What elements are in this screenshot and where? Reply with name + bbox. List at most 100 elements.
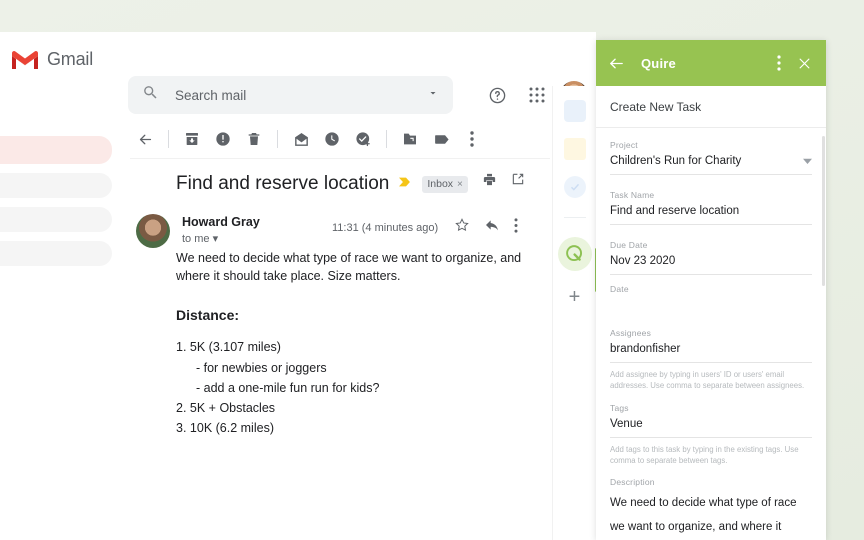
list-item: 1. 5K (3.107 miles) <box>176 339 528 357</box>
toolbar-bottom-divider <box>130 158 550 159</box>
help-icon[interactable] <box>480 78 514 112</box>
gmail-sidebar <box>0 136 112 275</box>
task-name-input[interactable]: Find and reserve location <box>610 205 812 225</box>
list-item-sub: - add a one-mile fun run for kids? <box>196 380 380 395</box>
field-label-project: Project <box>610 140 638 150</box>
apps-grid-icon[interactable] <box>520 78 554 112</box>
sidebar-item-inbox[interactable] <box>0 173 112 198</box>
project-value: Children's Run for Charity <box>610 155 742 167</box>
recipient-label: to me <box>182 233 210 245</box>
avatar[interactable] <box>136 214 170 248</box>
star-icon[interactable] <box>454 217 470 238</box>
print-icon[interactable] <box>482 172 497 192</box>
report-spam-icon[interactable] <box>208 124 238 154</box>
toolbar-divider <box>386 130 387 148</box>
sender-name: Howard Gray <box>182 215 260 229</box>
field-label-date: Date <box>610 284 629 294</box>
due-date-input[interactable]: Nov 23 2020 <box>610 255 812 275</box>
field-label-task-name: Task Name <box>610 190 655 200</box>
field-assignees[interactable]: Assignees brandonfisher Add assignee by … <box>610 328 812 392</box>
chevron-down-icon[interactable]: ▾ <box>213 233 219 245</box>
assignees-input[interactable]: brandonfisher <box>610 343 812 363</box>
more-options-icon[interactable] <box>457 124 487 154</box>
google-calendar-icon[interactable] <box>563 100 586 122</box>
quire-title: Quire <box>641 55 676 71</box>
message-subject-actions <box>482 172 525 192</box>
date-input[interactable] <box>610 299 812 317</box>
create-new-task-label[interactable]: Create New Task <box>596 86 826 128</box>
page-title: Find and reserve location <box>176 173 390 194</box>
list-item-number: 2. <box>176 401 187 416</box>
body-intro: We need to decide what type of race we w… <box>176 251 522 283</box>
add-to-tasks-icon[interactable] <box>348 124 378 154</box>
body-heading: Distance: <box>176 306 240 323</box>
list-item-number: 3. <box>176 421 187 436</box>
mark-unread-icon[interactable] <box>286 124 316 154</box>
field-label-tags: Tags <box>610 402 629 413</box>
reply-icon[interactable] <box>484 217 500 238</box>
field-date[interactable]: Date <box>610 284 812 317</box>
toolbar-divider <box>277 130 278 148</box>
back-arrow-icon[interactable] <box>130 124 160 154</box>
back-arrow-icon[interactable] <box>608 55 625 72</box>
labels-icon[interactable] <box>426 124 456 154</box>
recipient-line[interactable]: to me ▾ <box>182 232 260 245</box>
message-toolbar <box>130 122 550 156</box>
open-in-new-icon[interactable] <box>511 172 525 192</box>
quire-panel-header: Quire <box>596 40 826 86</box>
delete-icon[interactable] <box>239 124 269 154</box>
list-item-number: 1. <box>176 340 187 355</box>
gmail-window: Gmail Search mail Find and reserve locat… <box>0 32 596 540</box>
gmail-logo[interactable]: Gmail <box>10 48 122 71</box>
close-icon[interactable]: × <box>457 179 463 190</box>
quire-q-icon[interactable] <box>557 237 592 271</box>
field-description[interactable]: Description We need to decide what type … <box>610 477 812 540</box>
screen: Gmail Search mail Find and reserve locat… <box>0 0 864 540</box>
list-item: 2. 5K + Obstacles <box>176 400 528 418</box>
sidebar-item-snoozed[interactable] <box>0 241 112 266</box>
field-tags[interactable]: Tags Venue Add tags to this task by typi… <box>610 403 812 467</box>
more-options-icon[interactable] <box>770 55 788 71</box>
tags-input[interactable]: Venue <box>610 418 812 438</box>
search-input[interactable]: Search mail <box>175 88 427 103</box>
message-body: We need to decide what type of race we w… <box>176 250 528 441</box>
addon-rail: + <box>552 86 596 540</box>
google-keep-icon[interactable] <box>563 138 586 160</box>
field-task-name[interactable]: Task Name Find and reserve location <box>610 190 812 225</box>
panel-scrollbar[interactable] <box>822 136 825 286</box>
importance-chevron-icon[interactable] <box>399 175 413 193</box>
toolbar-divider <box>168 130 169 148</box>
close-icon[interactable] <box>794 56 814 71</box>
snooze-icon[interactable] <box>317 124 347 154</box>
gmail-wordmark: Gmail <box>47 48 94 69</box>
archive-icon[interactable] <box>177 124 207 154</box>
sidebar-item-starred[interactable] <box>0 207 112 232</box>
message-timestamp: 11:31 (4 minutes ago) <box>332 221 439 234</box>
gmail-m-icon <box>10 48 40 71</box>
chevron-down-icon[interactable] <box>427 86 439 104</box>
more-options-icon[interactable] <box>514 217 518 238</box>
quire-panel: Quire Create New Task Project Children's… <box>596 40 826 540</box>
body-list: 1. 5K (3.107 miles) - for newbies or jog… <box>176 339 528 438</box>
compose-button[interactable] <box>0 136 112 164</box>
message-meta-actions: 11:31 (4 minutes ago) <box>332 217 518 238</box>
google-tasks-icon[interactable] <box>563 176 586 198</box>
list-item-text: 10K (6.2 miles) <box>189 421 274 436</box>
chevron-down-icon[interactable] <box>803 157 812 166</box>
add-addon-button[interactable]: + <box>569 287 581 307</box>
list-item: 3. 10K (6.2 miles) <box>176 420 528 438</box>
status-badge[interactable]: Inbox × <box>422 175 468 193</box>
field-label-due-date: Due Date <box>610 240 648 250</box>
move-to-icon[interactable] <box>395 124 425 154</box>
field-due-date[interactable]: Due Date Nov 23 2020 <box>610 240 812 275</box>
list-item-text: 5K + Obstacles <box>189 401 276 416</box>
field-label-assignees: Assignees <box>610 328 652 338</box>
quire-form: Project Children's Run for Charity Task … <box>596 128 826 540</box>
search-bar[interactable]: Search mail <box>128 76 453 114</box>
project-select[interactable]: Children's Run for Charity <box>610 155 812 175</box>
search-icon <box>142 84 159 106</box>
description-input[interactable]: We need to decide what type of race we w… <box>610 492 812 540</box>
field-project[interactable]: Project Children's Run for Charity <box>610 140 812 175</box>
rail-divider <box>563 217 586 218</box>
field-label-description: Description <box>610 477 655 488</box>
